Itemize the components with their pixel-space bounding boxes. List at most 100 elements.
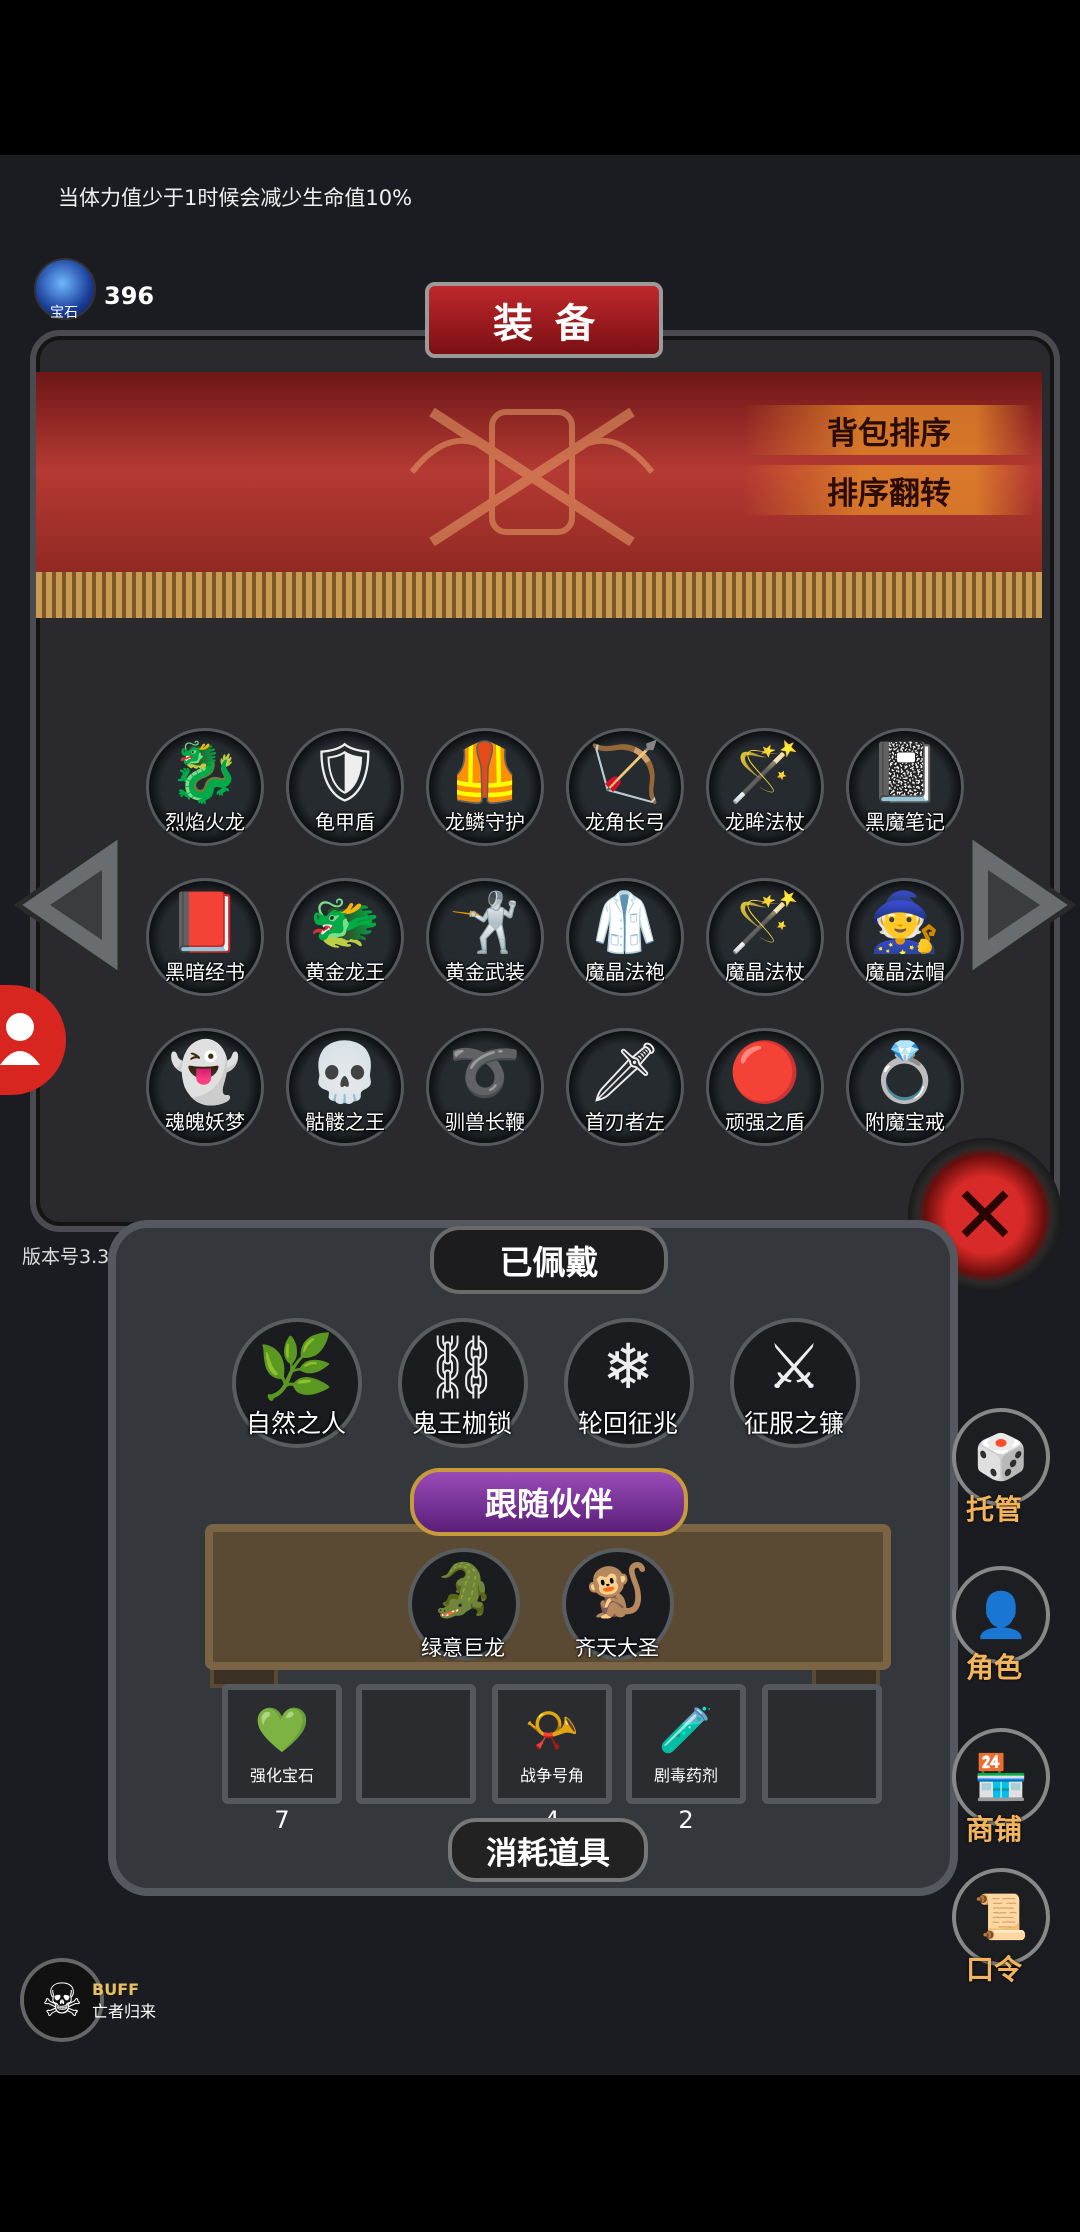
worn-label: 自然之人 <box>245 1409 346 1438</box>
equipment-slot[interactable]: 🪄 魔晶法杖 <box>706 878 824 996</box>
buff-title: BUFF <box>92 1980 140 1999</box>
consumable-count: 7 <box>274 1806 290 1834</box>
equipment-slot[interactable]: 🏹 龙角长弓 <box>566 728 684 846</box>
equipment-slot[interactable]: 🦺 龙鳞守护 <box>426 728 544 846</box>
empty-consumable-slot[interactable] <box>356 1684 476 1804</box>
consumable-slot[interactable]: 📯战争号角4 <box>492 1684 612 1834</box>
scythe-icon: ⚔ <box>766 1330 822 1403</box>
equipment-slot[interactable]: 📕 黑暗经书 <box>146 878 264 996</box>
dragon-scale-armor-icon: 🦺 <box>448 738 522 806</box>
version-label: 版本号3.39 <box>22 1246 122 1268</box>
equipment-label: 魔晶法杖 <box>725 960 805 984</box>
equipment-slot[interactable]: 🤺 黄金武装 <box>426 878 544 996</box>
green-dragon-icon: 🐊 <box>430 1561 496 1621</box>
consumables-title: 消耗道具 <box>448 1818 648 1882</box>
worn-slot[interactable]: ⚔ 征服之镰 <box>730 1318 860 1448</box>
blade-icon: 🗡 <box>588 1038 662 1106</box>
crossed-swords-crest-icon <box>409 407 655 547</box>
equipment-slot[interactable]: 📓 黑魔笔记 <box>846 728 964 846</box>
consumable-label: 战争号角 <box>519 1766 584 1785</box>
close-icon: ✕ <box>951 1168 1019 1262</box>
worn-label: 轮回征兆 <box>577 1409 678 1438</box>
equipment-slot[interactable]: ➰ 驯兽长鞭 <box>426 1028 544 1146</box>
equipment-label: 魔晶法帽 <box>865 960 945 984</box>
red-book-icon: 📕 <box>168 888 242 956</box>
companion-slot[interactable]: 🐊 绿意巨龙 <box>408 1548 520 1660</box>
golden-dragon-icon: 🐲 <box>308 888 382 956</box>
worn-slot[interactable]: ❄ 轮回征兆 <box>564 1318 694 1448</box>
crystal-staff-icon: 🪄 <box>728 888 802 956</box>
equipment-label: 龙眸法杖 <box>725 810 805 834</box>
equipment-label: 顽强之盾 <box>725 1110 805 1134</box>
reverse-sort-button[interactable]: 排序翻转 <box>744 465 1034 515</box>
worn-slot[interactable]: ⛓ 鬼王枷锁 <box>398 1318 528 1448</box>
side-menu-label: 商铺 <box>965 1813 1022 1846</box>
wizard-hat-icon: 🧙 <box>868 888 942 956</box>
top-black-bar <box>0 0 1080 155</box>
companions-title: 跟随伙伴 <box>410 1468 688 1536</box>
consumable-count: 2 <box>678 1806 694 1834</box>
gem-count: 396 <box>104 282 155 310</box>
equipment-slot[interactable]: 🪄 龙眸法杖 <box>706 728 824 846</box>
equipment-label: 魔晶法袍 <box>585 960 665 984</box>
equipment-slot[interactable]: 🧙 魔晶法帽 <box>846 878 964 996</box>
green-gem-icon: 💚 <box>254 1705 310 1756</box>
side-menu-button[interactable]: 🎲 托管 <box>944 1408 1062 1538</box>
whip-icon: ➰ <box>448 1038 522 1106</box>
equipment-slot[interactable]: 🐲 黄金龙王 <box>286 878 404 996</box>
dark-book-icon: 📓 <box>868 738 942 806</box>
monkey-king-icon: 🐒 <box>584 1561 650 1621</box>
page-right-arrow-icon[interactable] <box>962 830 1080 980</box>
equipment-label: 魂魄妖梦 <box>165 1110 245 1134</box>
red-shield-icon: 🔴 <box>728 1038 802 1106</box>
equipment-slot[interactable]: 🥼 魔晶法袍 <box>566 878 684 996</box>
equipment-slot[interactable]: 🗡 首刃者左 <box>566 1028 684 1146</box>
turtle-shield-icon: 🛡 <box>308 738 382 806</box>
side-menu-label: 托管 <box>965 1493 1022 1526</box>
staff-icon: 🪄 <box>728 738 802 806</box>
equipment-slot[interactable]: 🔴 顽强之盾 <box>706 1028 824 1146</box>
equipment-label: 首刃者左 <box>585 1110 665 1134</box>
golden-armor-icon: 🤺 <box>448 888 522 956</box>
nature-man-icon: 🌿 <box>257 1330 335 1403</box>
page-left-arrow-icon[interactable] <box>10 830 128 980</box>
equipment-slot[interactable]: 🛡 龟甲盾 <box>286 728 404 846</box>
empty-consumable-slot[interactable] <box>762 1684 882 1804</box>
equipment-slot[interactable]: 💍 附魔宝戒 <box>846 1028 964 1146</box>
side-menu-button[interactable]: 👤 角色 <box>944 1566 1062 1696</box>
equipment-label: 龙鳞守护 <box>445 810 525 834</box>
poison-potion-icon: 🧪 <box>658 1705 714 1756</box>
buff-text: 亡者归来 <box>92 2002 157 2021</box>
consumable-slot[interactable]: 🧪 剧毒药剂 2 <box>626 1684 746 1834</box>
equipment-label: 骷髅之王 <box>305 1110 385 1134</box>
side-menu-button[interactable]: 🏪 商铺 <box>944 1728 1062 1858</box>
equipment-label: 龙角长弓 <box>585 810 665 834</box>
companion-label: 齐天大圣 <box>575 1636 659 1660</box>
equipment-slot[interactable]: 👻 魂魄妖梦 <box>146 1028 264 1146</box>
robe-icon: 🥼 <box>588 888 662 956</box>
equipment-label: 黑暗经书 <box>165 960 245 984</box>
equipment-label: 驯兽长鞭 <box>445 1110 525 1134</box>
side-menu-label: 口令 <box>965 1953 1022 1986</box>
ghost-girl-icon: 👻 <box>168 1038 242 1106</box>
consumable-slot[interactable]: 💚 强化宝石 7 <box>222 1684 342 1834</box>
side-menu-button[interactable]: 📜 口令 <box>944 1868 1062 1998</box>
equipment-slot[interactable]: 🐉 烈焰火龙 <box>146 728 264 846</box>
equipment-label: 龟甲盾 <box>315 810 375 834</box>
worn-label: 征服之镰 <box>743 1409 844 1438</box>
worn-slot[interactable]: 🌿 自然之人 <box>232 1318 362 1448</box>
sort-backpack-button[interactable]: 背包排序 <box>744 405 1034 455</box>
fire-dragon-icon: 🐉 <box>168 738 242 806</box>
equipment-label: 黄金武装 <box>445 960 525 984</box>
equipment-label: 附魔宝戒 <box>865 1110 945 1134</box>
worn-title: 已佩戴 <box>430 1226 668 1294</box>
ring-icon: 💍 <box>868 1038 942 1106</box>
notice-text: 当体力值少于1时候会减少生命值10% <box>58 186 413 210</box>
companion-label: 绿意巨龙 <box>421 1636 505 1660</box>
side-menu-label: 角色 <box>965 1651 1022 1684</box>
avatar-button[interactable] <box>0 985 66 1095</box>
skeleton-king-icon: 💀 <box>308 1038 382 1106</box>
equipment-slot[interactable]: 💀 骷髅之王 <box>286 1028 404 1146</box>
consumable-label: 剧毒药剂 <box>653 1766 718 1785</box>
companion-slot[interactable]: 🐒 齐天大圣 <box>562 1548 674 1660</box>
